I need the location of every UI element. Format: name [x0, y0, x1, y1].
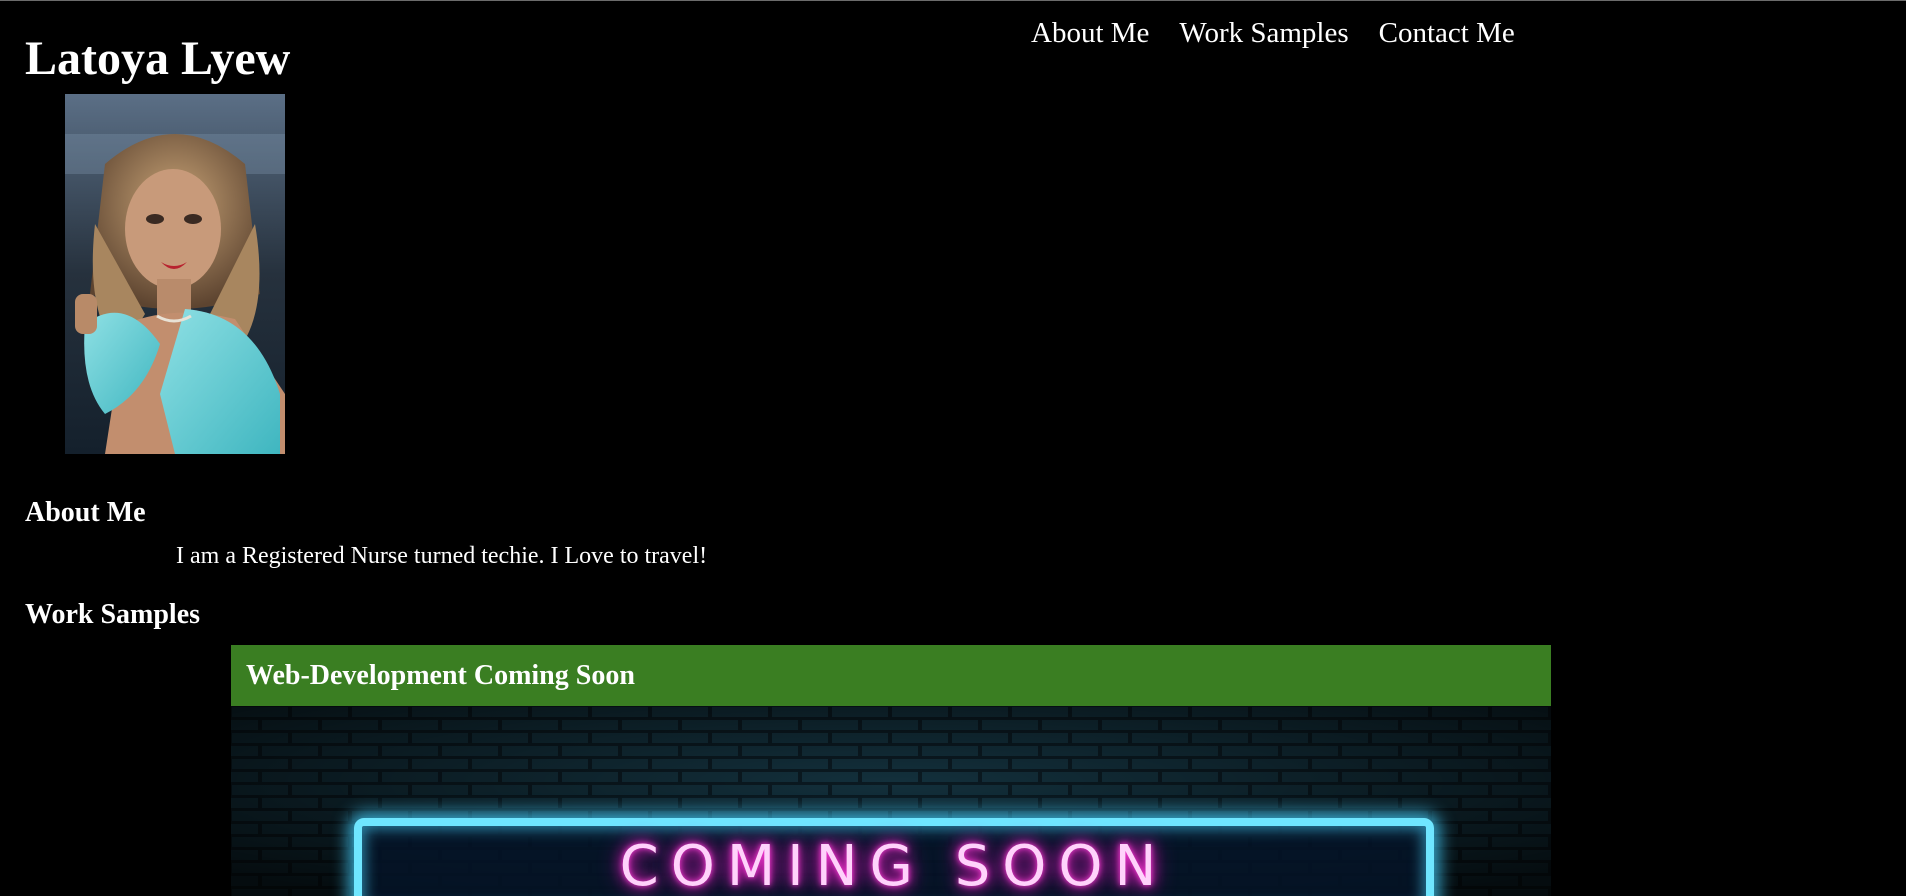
coming-soon-image: COMING SOON	[231, 706, 1551, 896]
about-heading: About Me	[25, 497, 146, 528]
nav-link-about-me[interactable]: About Me	[1031, 13, 1149, 53]
work-sample-title: Web-Development Coming Soon	[246, 659, 635, 691]
nav-link-work-samples[interactable]: Work Samples	[1179, 13, 1348, 53]
main-nav: About Me Work Samples Contact Me	[1031, 13, 1515, 53]
profile-photo	[65, 94, 285, 454]
site-name: Latoya Lyew	[25, 32, 291, 85]
work-sample-card: Web-Development Coming Soon COMING SOON	[231, 645, 1551, 896]
work-samples-heading: Work Samples	[25, 599, 201, 630]
neon-sign-frame: COMING SOON	[354, 818, 1434, 896]
work-sample-banner: Web-Development Coming Soon	[231, 645, 1551, 706]
neon-sign-text: COMING SOON	[619, 834, 1169, 896]
about-text: I am a Registered Nurse turned techie. I…	[176, 543, 708, 569]
nav-link-contact-me[interactable]: Contact Me	[1379, 13, 1515, 53]
